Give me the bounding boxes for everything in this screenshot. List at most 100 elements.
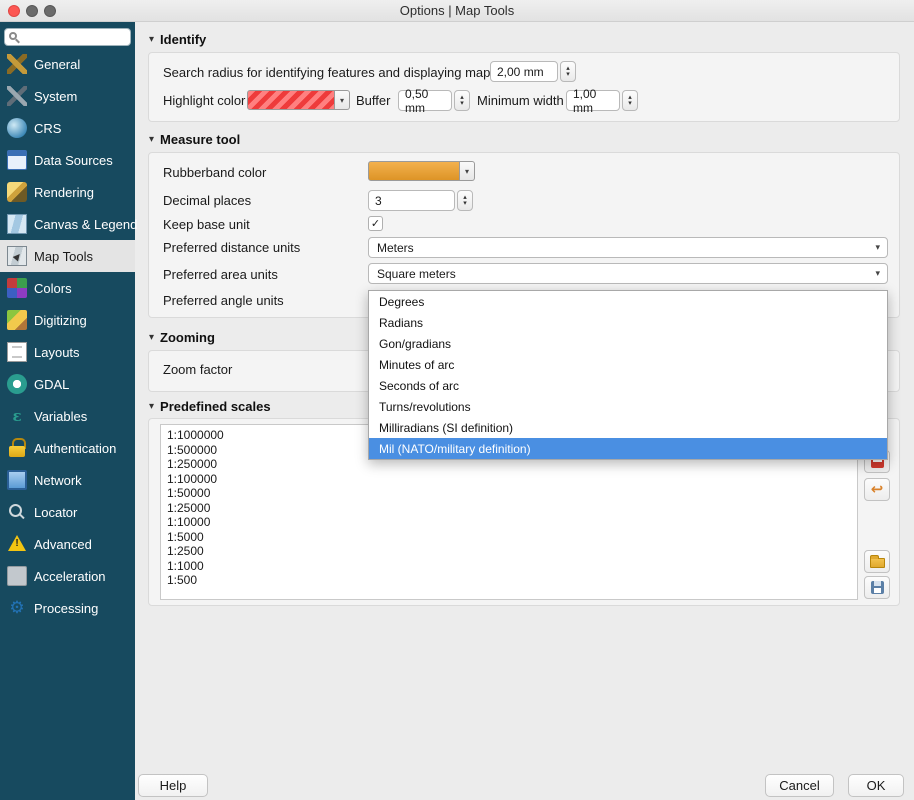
- stepper-down-icon[interactable]: ▾: [463, 201, 467, 207]
- collapse-icon: ▾: [149, 34, 154, 45]
- sidebar-search-input[interactable]: [4, 28, 131, 46]
- chevron-down-icon: ▾: [875, 268, 880, 279]
- scale-item[interactable]: 1:25000: [161, 501, 857, 516]
- collapse-icon: ▾: [149, 332, 154, 343]
- stepper-down-icon[interactable]: ▾: [460, 101, 464, 107]
- sidebar-item[interactable]: Variables: [0, 400, 135, 432]
- options-window: Options | Map Tools General System CRS D…: [0, 0, 914, 800]
- buffer-spinbox[interactable]: 0,50 mm ▴▾: [398, 90, 470, 111]
- sidebar: General System CRS Data Sources Renderin…: [0, 22, 135, 800]
- keep-base-unit-checkbox[interactable]: ✓: [368, 216, 383, 231]
- collapse-icon: ▾: [149, 401, 154, 412]
- identify-section-title: Identify: [160, 32, 206, 47]
- sidebar-item[interactable]: Advanced: [0, 528, 135, 560]
- search-radius-value[interactable]: 2,00 mm: [490, 61, 558, 82]
- rubberband-color-button[interactable]: ▾: [368, 161, 475, 181]
- dropdown-option[interactable]: Degrees: [369, 291, 887, 312]
- sidebar-item[interactable]: Rendering: [0, 176, 135, 208]
- sidebar-item[interactable]: Data Sources: [0, 144, 135, 176]
- distance-units-label: Preferred distance units: [163, 240, 300, 255]
- sidebar-item[interactable]: Locator: [0, 496, 135, 528]
- scale-item[interactable]: 1:50000: [161, 486, 857, 501]
- scale-item[interactable]: 1:1000: [161, 559, 857, 574]
- scale-item[interactable]: 1:2500: [161, 544, 857, 559]
- highlight-color-button[interactable]: ▾: [247, 90, 350, 110]
- layouts-icon: [7, 342, 27, 362]
- stepper[interactable]: ▴▾: [457, 190, 473, 211]
- scale-item[interactable]: 1:5000: [161, 530, 857, 545]
- cancel-button[interactable]: Cancel: [765, 774, 834, 797]
- search-radius-spinbox[interactable]: 2,00 mm ▴▾: [490, 61, 576, 82]
- decimal-places-value[interactable]: 3: [368, 190, 455, 211]
- sidebar-item[interactable]: Canvas & Legend: [0, 208, 135, 240]
- dropdown-option[interactable]: Seconds of arc: [369, 375, 887, 396]
- dropdown-option[interactable]: Radians: [369, 312, 887, 333]
- sidebar-item[interactable]: Map Tools: [0, 240, 135, 272]
- sidebar-item[interactable]: Layouts: [0, 336, 135, 368]
- decimal-places-spinbox[interactable]: 3 ▴▾: [368, 190, 473, 211]
- zooming-section-header[interactable]: ▾ Zooming: [149, 330, 215, 345]
- angle-units-dropdown: DegreesRadiansGon/gradiansMinutes of arc…: [368, 290, 888, 460]
- window-title: Options | Map Tools: [0, 3, 914, 18]
- highlight-color-label: Highlight color: [163, 93, 245, 108]
- sidebar-item[interactable]: Colors: [0, 272, 135, 304]
- sidebar-item[interactable]: Acceleration: [0, 560, 135, 592]
- stepper[interactable]: ▴▾: [622, 90, 638, 111]
- stepper-down-icon[interactable]: ▾: [628, 101, 632, 107]
- digitizing-icon: [7, 310, 27, 330]
- scale-item[interactable]: 1:500: [161, 573, 857, 588]
- minimum-width-label: Minimum width: [477, 93, 564, 108]
- import-scales-button[interactable]: [864, 550, 890, 573]
- authentication-icon: [7, 438, 27, 458]
- stepper[interactable]: ▴▾: [454, 90, 470, 111]
- search-icon: [9, 32, 17, 40]
- sidebar-item[interactable]: Processing: [0, 592, 135, 624]
- minimum-width-spinbox[interactable]: 1,00 mm ▴▾: [566, 90, 638, 111]
- distance-units-value: Meters: [377, 241, 414, 255]
- measure-tool-section-header[interactable]: ▾ Measure tool: [149, 132, 240, 147]
- help-button[interactable]: Help: [138, 774, 208, 797]
- area-units-combobox[interactable]: Square meters ▾: [368, 263, 888, 284]
- export-scales-button[interactable]: [864, 576, 890, 599]
- sidebar-item[interactable]: Authentication: [0, 432, 135, 464]
- dropdown-option[interactable]: Turns/revolutions: [369, 396, 887, 417]
- canvas-legend-icon: [7, 214, 27, 234]
- sidebar-item[interactable]: Digitizing: [0, 304, 135, 336]
- scale-item[interactable]: 1:10000: [161, 515, 857, 530]
- sidebar-item[interactable]: General: [0, 48, 135, 80]
- sidebar-item[interactable]: GDAL: [0, 368, 135, 400]
- minimum-width-value[interactable]: 1,00 mm: [566, 90, 620, 111]
- sidebar-item[interactable]: System: [0, 80, 135, 112]
- buffer-value[interactable]: 0,50 mm: [398, 90, 452, 111]
- variables-icon: [7, 406, 27, 426]
- distance-units-combobox[interactable]: Meters ▾: [368, 237, 888, 258]
- dropdown-option[interactable]: Minutes of arc: [369, 354, 887, 375]
- stepper-down-icon[interactable]: ▾: [566, 72, 570, 78]
- dropdown-option[interactable]: Milliradians (SI definition): [369, 417, 887, 438]
- restore-default-scales-button[interactable]: ↩: [864, 478, 890, 501]
- acceleration-icon: [7, 566, 27, 586]
- rendering-icon: [7, 182, 27, 202]
- dropdown-option[interactable]: Gon/gradians: [369, 333, 887, 354]
- restore-icon: ↩: [871, 482, 884, 497]
- scale-item[interactable]: 1:100000: [161, 472, 857, 487]
- identify-section-header[interactable]: ▾ Identify: [149, 32, 206, 47]
- area-units-label: Preferred area units: [163, 267, 278, 282]
- sidebar-item[interactable]: CRS: [0, 112, 135, 144]
- map-tools-icon: [7, 246, 27, 266]
- sidebar-item[interactable]: Network: [0, 464, 135, 496]
- stepper[interactable]: ▴▾: [560, 61, 576, 82]
- chevron-down-icon[interactable]: ▾: [335, 90, 350, 110]
- buffer-label: Buffer: [356, 93, 390, 108]
- general-icon: [7, 54, 27, 74]
- ok-button[interactable]: OK: [848, 774, 904, 797]
- check-icon: ✓: [371, 217, 380, 230]
- rubberband-color-swatch: [368, 161, 460, 181]
- chevron-down-icon[interactable]: ▾: [460, 161, 475, 181]
- save-icon: [871, 581, 884, 594]
- dropdown-option[interactable]: Mil (NATO/military definition): [369, 438, 887, 459]
- data-sources-icon: [7, 150, 27, 170]
- predefined-scales-section-header[interactable]: ▾ Predefined scales: [149, 399, 271, 414]
- folder-icon: [870, 558, 885, 568]
- advanced-icon: [7, 534, 27, 554]
